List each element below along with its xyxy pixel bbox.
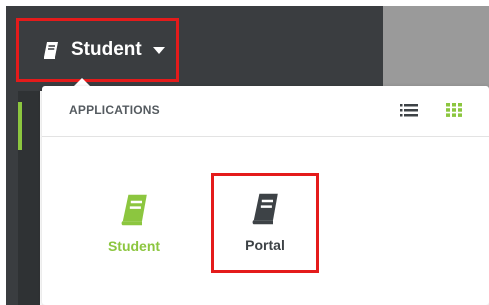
book-icon — [252, 193, 278, 225]
dropdown-pointer — [74, 78, 90, 86]
app-tile-portal[interactable]: Portal — [211, 173, 319, 273]
caret-down-icon — [152, 46, 165, 54]
top-bar-right-area — [383, 6, 489, 91]
app-tile-student[interactable]: Student — [94, 191, 174, 271]
panel-title: APPLICATIONS — [69, 103, 160, 117]
list-view-icon[interactable] — [399, 102, 419, 118]
left-rail-active-indicator — [18, 102, 22, 150]
book-icon — [121, 194, 147, 226]
grid-view-icon[interactable] — [444, 102, 464, 118]
applications-dropdown: APPLICATIONS Student Portal — [42, 86, 489, 305]
book-icon — [44, 42, 58, 59]
app-tile-label: Student — [107, 238, 161, 254]
app-switcher-label: Student — [71, 39, 142, 60]
left-rail — [6, 91, 18, 305]
app-switcher-button[interactable]: Student — [16, 18, 179, 82]
panel-header: APPLICATIONS — [42, 86, 489, 137]
app-tile-label: Portal — [245, 237, 285, 253]
